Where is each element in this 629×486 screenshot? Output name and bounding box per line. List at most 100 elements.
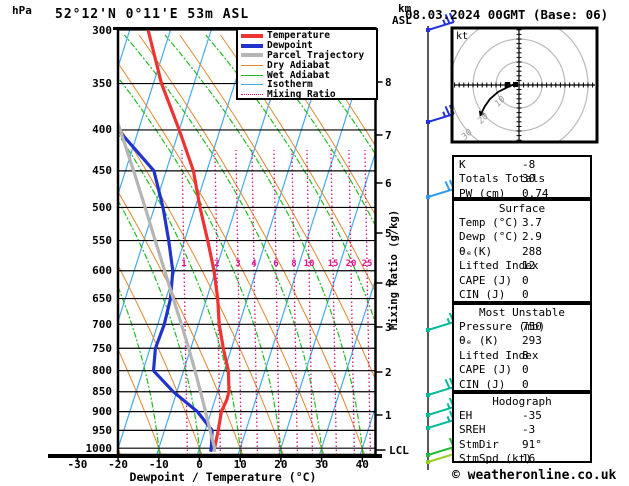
stats-row: θₑ (K) 293 xyxy=(454,334,590,348)
stats-row: CAPE (J) 0 xyxy=(454,363,590,377)
legend-swatch-parcel-trajectory xyxy=(241,53,263,58)
km-tick-label: 2 xyxy=(385,366,392,379)
skewt-page: hPa 52°12'N 0°11'E 53m ASL km ASL 08.03.… xyxy=(0,0,629,486)
pressure-tick-label: 500 xyxy=(92,200,112,214)
mixing-ratio-axis-label: Mixing Ratio (g/kg) xyxy=(388,209,400,330)
stats-label: Dewp (°C) xyxy=(459,230,519,244)
stats-row: CAPE (J) 0 xyxy=(454,274,590,288)
wind-barb xyxy=(426,104,455,124)
pressure-tick-label: 600 xyxy=(92,264,112,278)
stats-box-hodograph: Hodograph EH -35 SREH -3 StmDir 91° StmSpd (kt)… xyxy=(452,392,592,466)
legend-item: Dry Adiabat xyxy=(241,60,376,70)
stats-label: SREH xyxy=(459,423,486,437)
temp-tick-label: -30 xyxy=(67,458,88,471)
stats-box-title: Surface xyxy=(498,202,546,215)
pressure-tick-label: 700 xyxy=(92,317,112,331)
stats-value: 0 xyxy=(522,287,529,301)
legend-box: Temperature Dewpoint Parcel Trajectory Dry … xyxy=(236,28,378,100)
pressure-tick-label: 1000 xyxy=(85,441,113,455)
legend-item: Parcel Trajectory xyxy=(241,51,376,61)
legend-label: Parcel Trajectory xyxy=(267,49,365,61)
mixing-ratio-tick-label: 1 xyxy=(181,259,187,269)
wind-barb xyxy=(426,312,455,332)
legend-swatch-mixing-ratio xyxy=(241,94,263,96)
legend-swatch-temperature xyxy=(241,33,263,38)
stats-value: 12 xyxy=(522,259,536,273)
km-tick-label: 8 xyxy=(385,76,392,89)
pressure-tick-label: 900 xyxy=(92,405,112,419)
stats-value: 750 xyxy=(522,320,542,333)
mixing-ratio-tick-label: 4 xyxy=(251,259,257,269)
pressure-tick-label: 350 xyxy=(92,77,112,91)
stats-value: -35 xyxy=(522,409,542,422)
stats-box-surface: Surface Temp (°C) 3.7 Dewp (°C) 2.9 θₑ(K) 288 L… xyxy=(452,199,592,303)
stats-label: StmSpd (kt) xyxy=(459,452,532,466)
datetime-title: 08.03.2024 00GMT (Base: 06) xyxy=(405,7,609,22)
stats-box-title: Most Unstable xyxy=(478,306,566,319)
stats-label: Temp (°C) xyxy=(459,216,519,229)
stats-value: -3 xyxy=(522,423,536,437)
mixing-ratio-tick-label: 15 xyxy=(327,259,339,269)
legend-label: Dewpoint xyxy=(267,40,313,52)
stats-row: Lifted Index 8 xyxy=(454,349,590,363)
pressure-unit-label: hPa xyxy=(12,4,32,17)
legend-swatch-dewpoint xyxy=(241,43,263,48)
legend-swatch-wet-adiabat xyxy=(241,74,263,76)
stats-row: EH -35 xyxy=(454,409,590,423)
pressure-tick-label: 950 xyxy=(92,423,112,437)
stats-value: 0 xyxy=(522,273,529,287)
pressure-tick-label: 800 xyxy=(92,364,112,378)
station-title: 52°12'N 0°11'E 53m ASL xyxy=(55,7,250,22)
mixing-ratio-tick-label: 6 xyxy=(273,259,279,269)
pressure-tick-label: 450 xyxy=(92,164,112,178)
stats-value: -8 xyxy=(522,158,536,171)
stats-label: θₑ(K) xyxy=(459,244,493,258)
stats-value: 293 xyxy=(522,334,542,348)
stats-box-most-unstable: Most Unstable Pressure (mb) 750 θₑ (K) 293 Li… xyxy=(452,303,592,392)
pressure-tick-label: 550 xyxy=(92,234,112,248)
legend-label: Dry Adiabat xyxy=(267,59,330,71)
stats-row: StmSpd (kt) 16 xyxy=(454,452,590,466)
stats-label: K xyxy=(459,158,466,171)
stats-row: StmDir 91° xyxy=(454,438,590,452)
pressure-tick-label: 850 xyxy=(92,385,112,399)
stats-label: CIN (J) xyxy=(459,287,506,301)
stats-value: 3.7 xyxy=(522,216,542,229)
stats-value: 8 xyxy=(522,348,529,362)
stats-value: 2.9 xyxy=(522,230,542,244)
stats-value: 30 xyxy=(522,172,536,186)
km-tick-label: 7 xyxy=(385,129,392,142)
stats-label: CAPE (J) xyxy=(459,273,512,287)
wind-barb xyxy=(426,437,455,457)
stats-row: Temp (°C) 3.7 xyxy=(454,216,590,230)
legend-item: Mixing Ratio xyxy=(241,90,376,100)
wind-barb xyxy=(426,397,455,417)
stats-value: 0 xyxy=(522,377,529,391)
legend-label: Mixing Ratio xyxy=(267,89,336,101)
copyright: © weatheronline.co.uk xyxy=(452,468,617,483)
wind-barb xyxy=(426,179,455,199)
stats-box-title: Hodograph xyxy=(492,395,552,408)
pressure-tick-label: 400 xyxy=(92,123,112,137)
stats-label: CAPE (J) xyxy=(459,363,512,377)
stats-row: CIN (J) 0 xyxy=(454,288,590,302)
stats-row: Lifted Index 12 xyxy=(454,259,590,273)
stats-label: StmDir xyxy=(459,437,499,451)
wind-barb-column xyxy=(426,12,455,470)
stats-row: CIN (J) 0 xyxy=(454,378,590,392)
mixing-ratio-tick-label: 25 xyxy=(361,259,373,269)
stats-box-indices: K -8 Totals Totals 30 PW (cm) 0.74 xyxy=(452,155,592,200)
stats-value: 288 xyxy=(522,244,542,258)
pressure-tick-label: 300 xyxy=(92,23,112,37)
stats-row: θₑ(K) 288 xyxy=(454,245,590,259)
stats-row: Dewp (°C) 2.9 xyxy=(454,230,590,244)
stats-label: EH xyxy=(459,409,473,422)
legend-label: Wet Adiabat xyxy=(267,69,330,81)
stats-value: 0 xyxy=(522,363,529,377)
hodograph-kt-label: kt xyxy=(456,31,469,42)
stats-value: 91° xyxy=(522,437,542,451)
mixing-ratio-tick-label: 2 xyxy=(214,259,220,269)
km-tick-label: 6 xyxy=(385,177,392,190)
legend-label: Temperature xyxy=(267,30,330,42)
stats-label: CIN (J) xyxy=(459,377,506,391)
